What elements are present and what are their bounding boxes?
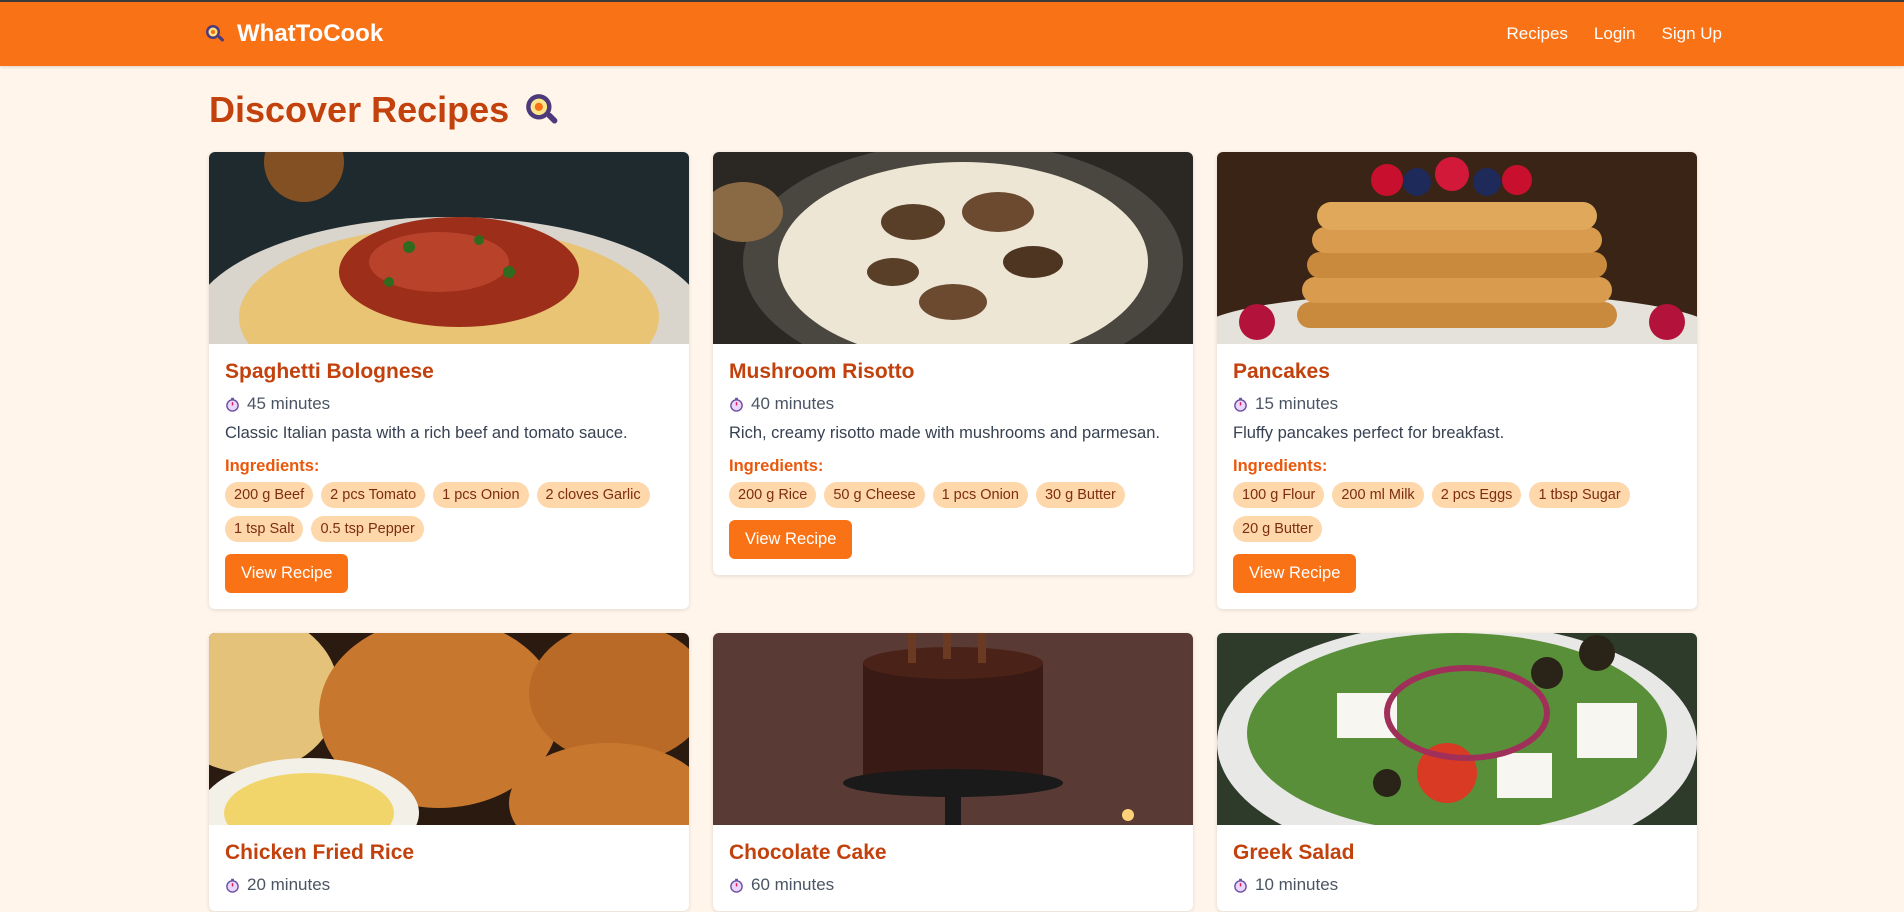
view-recipe-button[interactable]: View Recipe bbox=[729, 520, 853, 559]
ingredients-label: Ingredients: bbox=[225, 457, 320, 475]
recipe-title: Spaghetti Bolognese bbox=[225, 360, 434, 383]
fried-chicken-photo[interactable] bbox=[209, 633, 689, 825]
risotto-photo[interactable] bbox=[713, 152, 1193, 344]
recipe-time-text: 15 minutes bbox=[1255, 394, 1339, 413]
recipe-time: 40 minutes bbox=[729, 394, 1177, 414]
ingredient-pill: 20 g Butter bbox=[1233, 516, 1322, 542]
ingredients-label: Ingredients: bbox=[729, 457, 824, 475]
recipe-time-text: 60 minutes bbox=[751, 875, 835, 894]
recipe-description: Classic Italian pasta with a rich beef a… bbox=[225, 424, 628, 442]
recipe-time: 45 minutes bbox=[225, 394, 673, 414]
ingredient-pill: 200 g Rice bbox=[729, 482, 817, 508]
ingredient-pill: 2 cloves Garlic bbox=[536, 482, 650, 508]
recipe-time-text: 10 minutes bbox=[1255, 875, 1339, 894]
ingredient-pill: 1 tbsp Sugar bbox=[1529, 482, 1630, 508]
nav-links: Recipes Login Sign Up bbox=[1506, 24, 1722, 44]
recipe-time-text: 40 minutes bbox=[751, 394, 835, 413]
page-title-text: Discover Recipes bbox=[209, 89, 510, 130]
recipe-time: 20 minutes bbox=[225, 875, 673, 895]
recipe-card-body: Mushroom Risotto 40 minutes Rich, creamy… bbox=[713, 344, 1193, 575]
recipe-card-body: Chicken Fried Rice 20 minutes bbox=[209, 825, 689, 911]
ingredient-pill: 50 g Cheese bbox=[824, 482, 925, 508]
page-title: Discover Recipes bbox=[209, 88, 1904, 132]
brand-link[interactable]: WhatToCook bbox=[203, 20, 383, 48]
recipe-card-4: Chocolate Cake 60 minutes bbox=[713, 633, 1193, 911]
stopwatch-icon bbox=[226, 397, 239, 412]
view-recipe-button[interactable]: View Recipe bbox=[225, 554, 349, 593]
ingredient-pill: 1 tsp Salt bbox=[225, 516, 304, 542]
stopwatch-icon bbox=[1234, 878, 1247, 893]
stopwatch-icon bbox=[730, 397, 743, 412]
ingredient-pill: 0.5 tsp Pepper bbox=[311, 516, 424, 542]
view-recipe-button[interactable]: View Recipe bbox=[1233, 554, 1357, 593]
recipe-grid: Spaghetti Bolognese 45 minutes Classic I… bbox=[209, 152, 1904, 911]
stopwatch-icon bbox=[226, 878, 239, 893]
recipe-card-2: Pancakes 15 minutes Fluffy pancakes perf… bbox=[1217, 152, 1697, 609]
recipe-title: Chicken Fried Rice bbox=[225, 841, 415, 864]
ingredient-list: 100 g Flour 200 ml Milk 2 pcs Eggs 1 tbsp S… bbox=[1233, 482, 1681, 542]
recipe-card-3: Chicken Fried Rice 20 minutes bbox=[209, 633, 689, 911]
pancakes-photo[interactable] bbox=[1217, 152, 1697, 344]
chocolate-cake-photo[interactable] bbox=[713, 633, 1193, 825]
recipe-card-body: Spaghetti Bolognese 45 minutes Classic I… bbox=[209, 344, 689, 609]
ingredient-pill: 1 pcs Onion bbox=[433, 482, 529, 508]
recipe-card-0: Spaghetti Bolognese 45 minutes Classic I… bbox=[209, 152, 689, 609]
recipe-description: Fluffy pancakes perfect for breakfast. bbox=[1233, 424, 1505, 442]
brand-name: WhatToCook bbox=[237, 20, 384, 47]
stopwatch-icon bbox=[730, 878, 743, 893]
recipe-time-text: 20 minutes bbox=[247, 875, 331, 894]
ingredient-pill: 200 g Beef bbox=[225, 482, 314, 508]
ingredient-pill: 200 ml Milk bbox=[1332, 482, 1424, 508]
ingredient-pill: 30 g Butter bbox=[1035, 482, 1125, 508]
magnifier-icon bbox=[206, 25, 224, 42]
nav-signup-link[interactable]: Sign Up bbox=[1662, 24, 1722, 44]
recipe-title: Pancakes bbox=[1233, 360, 1330, 383]
recipe-title: Mushroom Risotto bbox=[729, 360, 915, 383]
ingredient-pill: 100 g Flour bbox=[1233, 482, 1325, 508]
recipe-card-1: Mushroom Risotto 40 minutes Rich, creamy… bbox=[713, 152, 1193, 575]
navbar: WhatToCook Recipes Login Sign Up bbox=[0, 0, 1904, 66]
ingredient-list: 200 g Rice 50 g Cheese 1 pcs Onion 30 g But… bbox=[729, 482, 1177, 508]
recipe-description: Rich, creamy risotto made with mushrooms… bbox=[729, 424, 1160, 442]
nav-login-link[interactable]: Login bbox=[1594, 24, 1636, 44]
recipe-time-text: 45 minutes bbox=[247, 394, 331, 413]
ingredient-pill: 1 pcs Onion bbox=[932, 482, 1028, 508]
recipe-card-5: Greek Salad 10 minutes bbox=[1217, 633, 1697, 911]
ingredient-list: 200 g Beef 2 pcs Tomato 1 pcs Onion 2 clove… bbox=[225, 482, 673, 542]
magnifier-icon bbox=[526, 94, 558, 124]
ingredient-pill: 2 pcs Tomato bbox=[321, 482, 426, 508]
spaghetti-photo[interactable] bbox=[209, 152, 689, 344]
main-content: Discover Recipes Spaghetti Bolognese 45 … bbox=[0, 88, 1904, 911]
recipe-card-body: Chocolate Cake 60 minutes bbox=[713, 825, 1193, 911]
recipe-time: 15 minutes bbox=[1233, 394, 1681, 414]
recipe-time: 10 minutes bbox=[1233, 875, 1681, 895]
recipe-card-body: Pancakes 15 minutes Fluffy pancakes perf… bbox=[1217, 344, 1697, 609]
recipe-title: Chocolate Cake bbox=[729, 841, 887, 864]
recipe-card-body: Greek Salad 10 minutes bbox=[1217, 825, 1697, 911]
nav-recipes-link[interactable]: Recipes bbox=[1506, 24, 1567, 44]
ingredients-label: Ingredients: bbox=[1233, 457, 1328, 475]
stopwatch-icon bbox=[1234, 397, 1247, 412]
greek-salad-photo[interactable] bbox=[1217, 633, 1697, 825]
recipe-time: 60 minutes bbox=[729, 875, 1177, 895]
recipe-title: Greek Salad bbox=[1233, 841, 1355, 864]
ingredient-pill: 2 pcs Eggs bbox=[1431, 482, 1522, 508]
